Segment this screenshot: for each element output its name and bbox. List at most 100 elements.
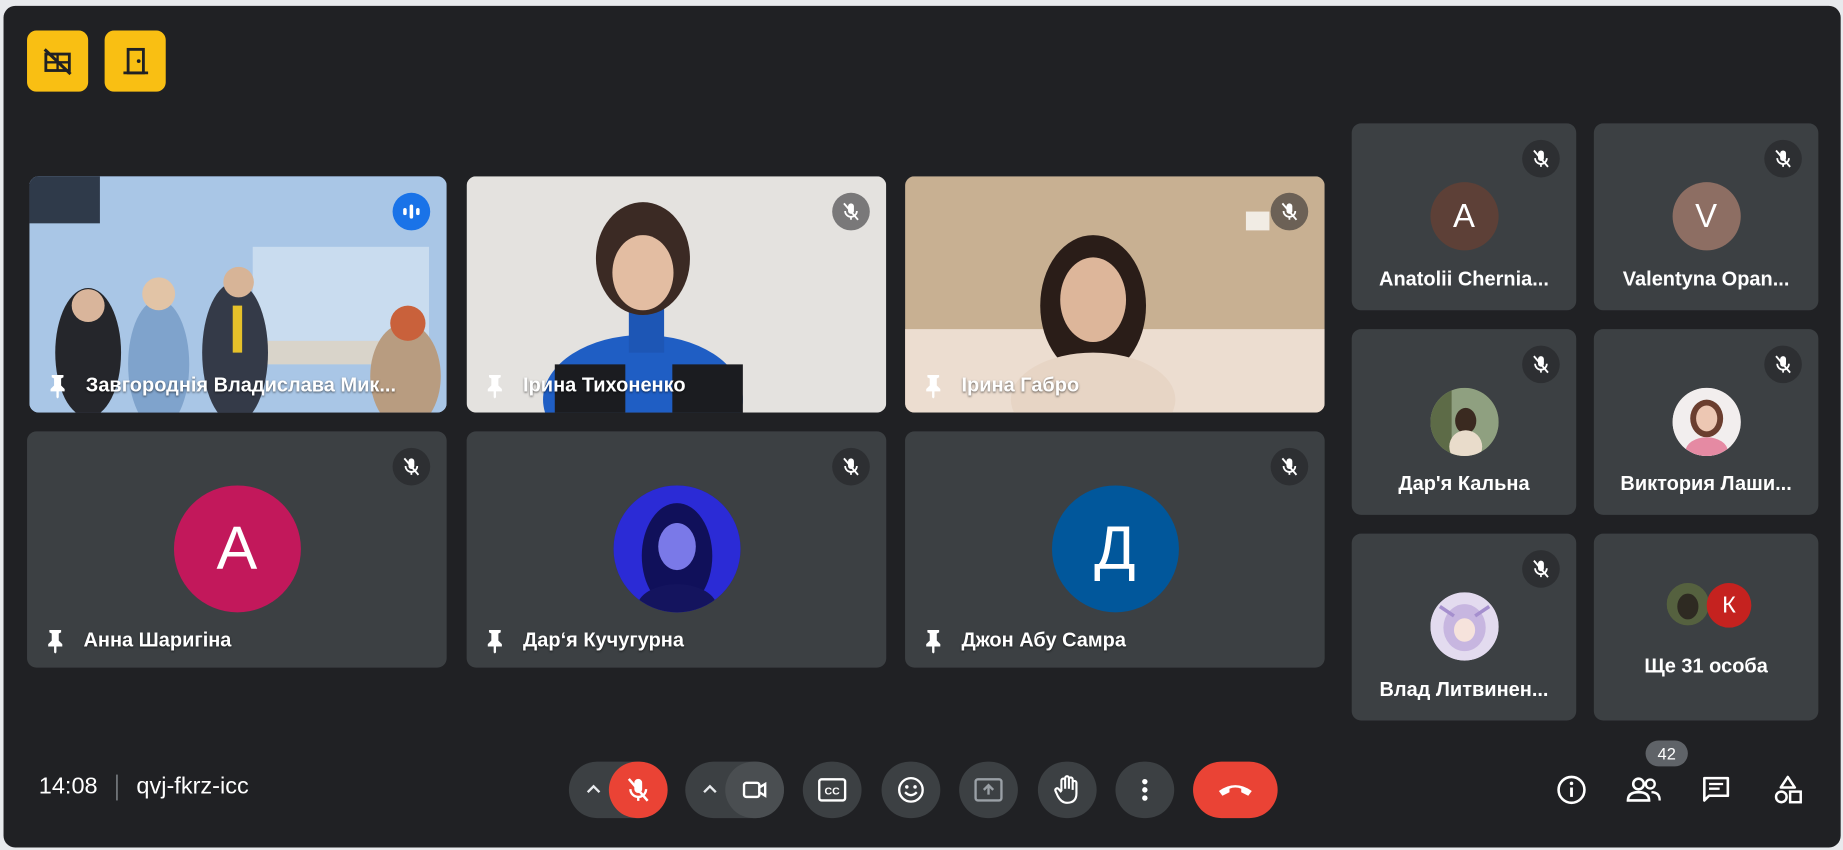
chevron-up-icon (703, 784, 717, 794)
info-icon (1557, 775, 1586, 805)
participant-tile[interactable]: Ірина Тихоненко (466, 176, 887, 413)
muted-indicator (392, 447, 431, 486)
raise-hand-button[interactable] (1037, 761, 1097, 819)
mic-control-group (568, 761, 668, 819)
avatar-photo (1672, 387, 1741, 457)
pin-icon[interactable] (922, 628, 946, 654)
people-icon (1626, 777, 1661, 802)
pin-icon[interactable] (483, 373, 507, 399)
participant-tile-small[interactable]: A Anatolii Chernia... (1351, 123, 1577, 311)
participants-button[interactable] (1624, 771, 1662, 809)
participant-name: Дар'я Кальна (1398, 472, 1530, 495)
participant-tile[interactable]: Ірина Габро (905, 176, 1325, 413)
no-video-grid-icon (41, 45, 74, 78)
more-vert-icon (1142, 778, 1148, 801)
camera-control-group (685, 761, 784, 819)
participant-tile-small[interactable]: Виктория Лаши... (1593, 329, 1819, 515)
participant-name: Влад Литвинен... (1379, 678, 1549, 701)
participant-name: Ірина Тихоненко (523, 373, 686, 397)
pin-icon[interactable] (43, 628, 67, 654)
avatar: А (173, 485, 301, 613)
video-options-button[interactable] (695, 762, 726, 818)
hand-icon (1054, 775, 1078, 804)
avatar (612, 485, 740, 613)
avatar: V (1672, 182, 1741, 251)
muted-indicator (1764, 345, 1802, 384)
participant-tile[interactable]: Завгороднія Владислава Мик... (29, 176, 447, 413)
mic-off-icon (1775, 149, 1791, 168)
muted-indicator (832, 192, 870, 231)
mic-off-icon (627, 778, 649, 802)
participant-tile[interactable]: Д Джон Абу Самра (905, 431, 1325, 668)
present-screen-button[interactable] (959, 761, 1018, 819)
participants-count-badge: 42 (1645, 740, 1688, 767)
activities-button[interactable] (1769, 771, 1807, 809)
mic-off-icon (843, 202, 859, 221)
more-options-button[interactable] (1115, 761, 1175, 819)
participant-tile[interactable]: А Анна Шаригіна (27, 431, 447, 668)
mic-off-icon (1281, 202, 1298, 221)
avatar (1429, 387, 1499, 457)
mic-off-icon (403, 457, 420, 476)
participant-name: Anatolii Chernia... (1379, 267, 1549, 291)
audio-options-button[interactable] (578, 762, 609, 818)
chat-icon (1703, 776, 1730, 802)
meeting-info: 14:08 qvj-fkrz-icc (39, 773, 249, 800)
door-exit-icon (119, 45, 152, 78)
participant-tile[interactable]: Дар‘я Кучугурна (466, 431, 887, 668)
closed-captions-icon: CC (818, 778, 847, 802)
mic-off-icon (1281, 457, 1298, 476)
more-participants-label: Ще 31 особа (1644, 654, 1768, 678)
call-end-icon (1218, 785, 1252, 796)
emoji-icon (898, 776, 924, 803)
captions-button[interactable]: CC (802, 761, 862, 819)
avatar-photo (1666, 582, 1710, 626)
mic-off-icon (1533, 149, 1549, 168)
divider (116, 774, 118, 800)
meet-window: Завгороднія Владислава Мик... Ірина Тихо… (3, 5, 1841, 848)
participant-name: Завгороднія Владислава Мик... (85, 373, 397, 397)
muted-indicator (1764, 139, 1802, 178)
videocam-icon (742, 781, 767, 799)
camera-toggle-button[interactable] (725, 761, 784, 819)
avatar-photo (1429, 592, 1499, 661)
muted-indicator (832, 447, 870, 486)
participant-tile-small[interactable]: V Valentyna Opan... (1593, 123, 1819, 311)
avatar (1672, 387, 1741, 457)
speaking-indicator (392, 192, 431, 231)
participant-tile-small[interactable]: Дар'я Кальна (1351, 329, 1577, 515)
avatar-photo (612, 485, 740, 613)
muted-indicator (1270, 447, 1309, 486)
avatar: К (1706, 582, 1752, 628)
audio-level-icon (403, 204, 420, 219)
meeting-details-button[interactable] (1553, 771, 1591, 809)
avatar: A (1429, 182, 1499, 251)
mic-off-icon (1533, 560, 1549, 578)
svg-text:CC: CC (825, 786, 841, 798)
leave-room-button[interactable] (104, 30, 166, 92)
chevron-up-icon (586, 784, 601, 794)
participant-name: Ірина Габро (961, 373, 1080, 397)
more-participants-tile[interactable]: К Ще 31 особа (1593, 533, 1819, 721)
chat-button[interactable] (1697, 771, 1735, 809)
reactions-button[interactable] (881, 761, 941, 819)
mic-off-icon (1533, 355, 1549, 374)
pin-icon[interactable] (483, 628, 507, 654)
participant-name: Дар‘я Кучугурна (523, 628, 684, 652)
participant-name: Анна Шаригіна (83, 628, 232, 652)
participant-tile-small[interactable]: Влад Литвинен... (1351, 533, 1577, 721)
avatar (1666, 582, 1710, 626)
no-video-grid-button[interactable] (27, 30, 89, 92)
muted-indicator (1522, 345, 1560, 384)
pin-icon[interactable] (922, 373, 946, 399)
mic-off-icon (1775, 355, 1791, 374)
shapes-icon (1774, 775, 1802, 804)
mic-toggle-button[interactable] (608, 761, 668, 819)
pin-icon[interactable] (46, 373, 70, 399)
muted-indicator (1522, 139, 1560, 178)
muted-indicator (1522, 550, 1560, 588)
participant-name: Джон Абу Самра (961, 628, 1127, 652)
participant-name: Valentyna Opan... (1622, 267, 1790, 291)
leave-call-button[interactable] (1193, 761, 1278, 819)
avatar-photo (1429, 387, 1499, 457)
